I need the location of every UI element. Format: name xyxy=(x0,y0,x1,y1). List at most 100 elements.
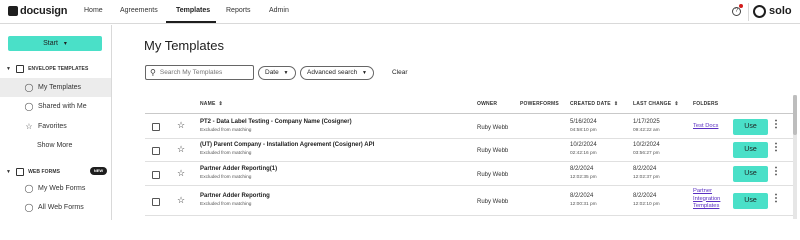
header-label: NAME xyxy=(200,101,216,107)
folder-link[interactable]: Test Docs xyxy=(693,123,729,131)
favorite-star-icon[interactable]: ☆ xyxy=(177,168,185,179)
last-change-date: 8/2/2024 xyxy=(633,166,657,172)
column-header-powerforms: POWERFORMS xyxy=(520,101,559,107)
column-header-owner: OWNER xyxy=(477,101,498,107)
template-owner: Ruby Webb xyxy=(477,148,509,154)
use-button[interactable]: Use xyxy=(733,142,768,158)
nav-agreements[interactable]: Agreements xyxy=(120,7,158,14)
clear-button[interactable]: Clear xyxy=(392,69,408,76)
chevron-down-icon: ▼ xyxy=(283,70,289,76)
template-subtext: Excluded from matching xyxy=(200,202,252,207)
row-checkbox[interactable] xyxy=(152,171,160,179)
chevron-down-icon: ▼ xyxy=(6,169,12,175)
more-options-icon[interactable]: ⋮ xyxy=(771,119,781,130)
nav-reports[interactable]: Reports xyxy=(226,7,251,14)
template-subtext: Excluded from matching xyxy=(200,128,252,133)
sidebar-item-label: All Web Forms xyxy=(38,204,84,211)
user-icon: ◯ xyxy=(24,83,34,92)
last-change-time: 12:02:37 pm xyxy=(633,175,660,180)
sidebar: Start ▾ ▼ ENVELOPE TEMPLATES ◯ My Templa… xyxy=(0,25,112,220)
docusign-logo[interactable]: docusign xyxy=(8,5,67,17)
column-header-name[interactable]: NAME ⇕ xyxy=(200,101,223,107)
template-subtext: Excluded from matching xyxy=(200,175,252,180)
nav-divider xyxy=(748,3,749,21)
date-filter-label: Date xyxy=(265,69,279,76)
created-date: 8/2/2024 xyxy=(570,166,594,172)
template-name[interactable]: Partner Adder Reporting(1) xyxy=(200,166,277,172)
template-owner: Ruby Webb xyxy=(477,172,509,178)
created-date: 10/2/2024 xyxy=(570,142,597,148)
web-form-icon xyxy=(16,168,25,176)
more-options-icon[interactable]: ⋮ xyxy=(771,193,781,204)
search-box[interactable]: ⚲ xyxy=(145,65,254,80)
row-checkbox[interactable] xyxy=(152,198,160,206)
row-checkbox[interactable] xyxy=(152,123,160,131)
column-header-created-date[interactable]: CREATED DATE ⇕ xyxy=(570,101,618,107)
template-subtext: Excluded from matching xyxy=(200,151,252,156)
created-date: 8/2/2024 xyxy=(570,193,594,199)
section-label: ENVELOPE TEMPLATES xyxy=(28,66,89,72)
use-button[interactable]: Use xyxy=(733,166,768,182)
template-name[interactable]: PT2 - Data Label Testing - Company Name … xyxy=(200,119,352,125)
template-name[interactable]: Partner Adder Reporting xyxy=(200,193,270,199)
favorite-star-icon[interactable]: ☆ xyxy=(177,120,185,131)
advanced-search-dropdown[interactable]: Advanced search ▼ xyxy=(300,66,374,80)
advanced-search-label: Advanced search xyxy=(307,69,358,76)
sort-icon: ⇕ xyxy=(613,101,619,107)
users-icon: ◯ xyxy=(24,203,34,212)
template-name[interactable]: (UT) Parent Company - Installation Agree… xyxy=(200,142,374,148)
created-time: 12:00:31 pm xyxy=(570,202,597,207)
page-title: My Templates xyxy=(144,38,224,53)
envelope-templates-section[interactable]: ▼ ENVELOPE TEMPLATES xyxy=(6,65,88,73)
start-button[interactable]: Start ▾ xyxy=(8,36,102,51)
column-header-folders: FOLDERS xyxy=(693,101,719,107)
created-time: 12:02:35 pm xyxy=(570,175,597,180)
help-circle-icon[interactable]: ? xyxy=(732,7,741,16)
start-label: Start xyxy=(43,40,58,47)
sidebar-item-label: Shared with Me xyxy=(38,103,87,110)
sidebar-item-my-web-forms[interactable]: ◯ My Web Forms xyxy=(0,179,111,198)
favorite-star-icon[interactable]: ☆ xyxy=(177,195,185,206)
use-button[interactable]: Use xyxy=(733,193,768,209)
solo-logo-icon xyxy=(753,5,766,18)
web-forms-section[interactable]: ▼ WEB FORMS xyxy=(6,168,60,176)
more-options-icon[interactable]: ⋮ xyxy=(771,166,781,177)
nav-admin[interactable]: Admin xyxy=(269,7,289,14)
created-date: 5/16/2024 xyxy=(570,119,597,125)
sidebar-item-label: My Web Forms xyxy=(38,185,86,192)
more-options-icon[interactable]: ⋮ xyxy=(771,142,781,153)
last-change-date: 8/2/2024 xyxy=(633,193,657,199)
date-filter-dropdown[interactable]: Date ▼ xyxy=(258,66,296,80)
search-input[interactable] xyxy=(159,69,245,76)
created-time: 04:58:10 pm xyxy=(570,128,597,133)
template-owner: Ruby Webb xyxy=(477,199,509,205)
top-nav: docusign Home Agreements Templates Repor… xyxy=(0,0,800,24)
users-icon: ◯ xyxy=(24,102,34,111)
sidebar-item-favorites[interactable]: ☆ Favorites xyxy=(0,117,111,136)
search-icon: ⚲ xyxy=(150,68,156,77)
folder-link[interactable]: Partner Integration Templates xyxy=(693,188,729,211)
template-owner: Ruby Webb xyxy=(477,125,509,131)
nav-templates[interactable]: Templates xyxy=(176,7,210,14)
user-icon: ◯ xyxy=(24,184,34,193)
sort-icon: ⇕ xyxy=(674,101,679,107)
logo-text: docusign xyxy=(20,5,68,17)
favorite-star-icon[interactable]: ☆ xyxy=(177,144,185,155)
last-change-time: 09:42:22 am xyxy=(633,128,660,133)
sidebar-item-shared-with-me[interactable]: ◯ Shared with Me xyxy=(0,97,111,116)
brand-name: solo xyxy=(769,5,792,17)
nav-home[interactable]: Home xyxy=(84,7,103,14)
show-more-label: Show More xyxy=(37,142,73,149)
show-more-link[interactable]: Show More xyxy=(0,136,111,155)
chevron-down-icon: ▼ xyxy=(362,70,367,76)
sidebar-item-my-templates[interactable]: ◯ My Templates xyxy=(0,78,111,97)
scrollbar-thumb[interactable] xyxy=(793,95,797,135)
row-checkbox[interactable] xyxy=(152,147,160,155)
column-header-last-change[interactable]: LAST CHANGE ⇕ xyxy=(633,101,679,107)
new-badge: NEW xyxy=(90,167,107,175)
use-button[interactable]: Use xyxy=(733,119,768,135)
star-icon: ☆ xyxy=(25,122,33,131)
sidebar-item-all-web-forms[interactable]: ◯ All Web Forms xyxy=(0,198,111,217)
docusign-logo-icon xyxy=(8,6,18,16)
notification-dot xyxy=(739,4,743,8)
